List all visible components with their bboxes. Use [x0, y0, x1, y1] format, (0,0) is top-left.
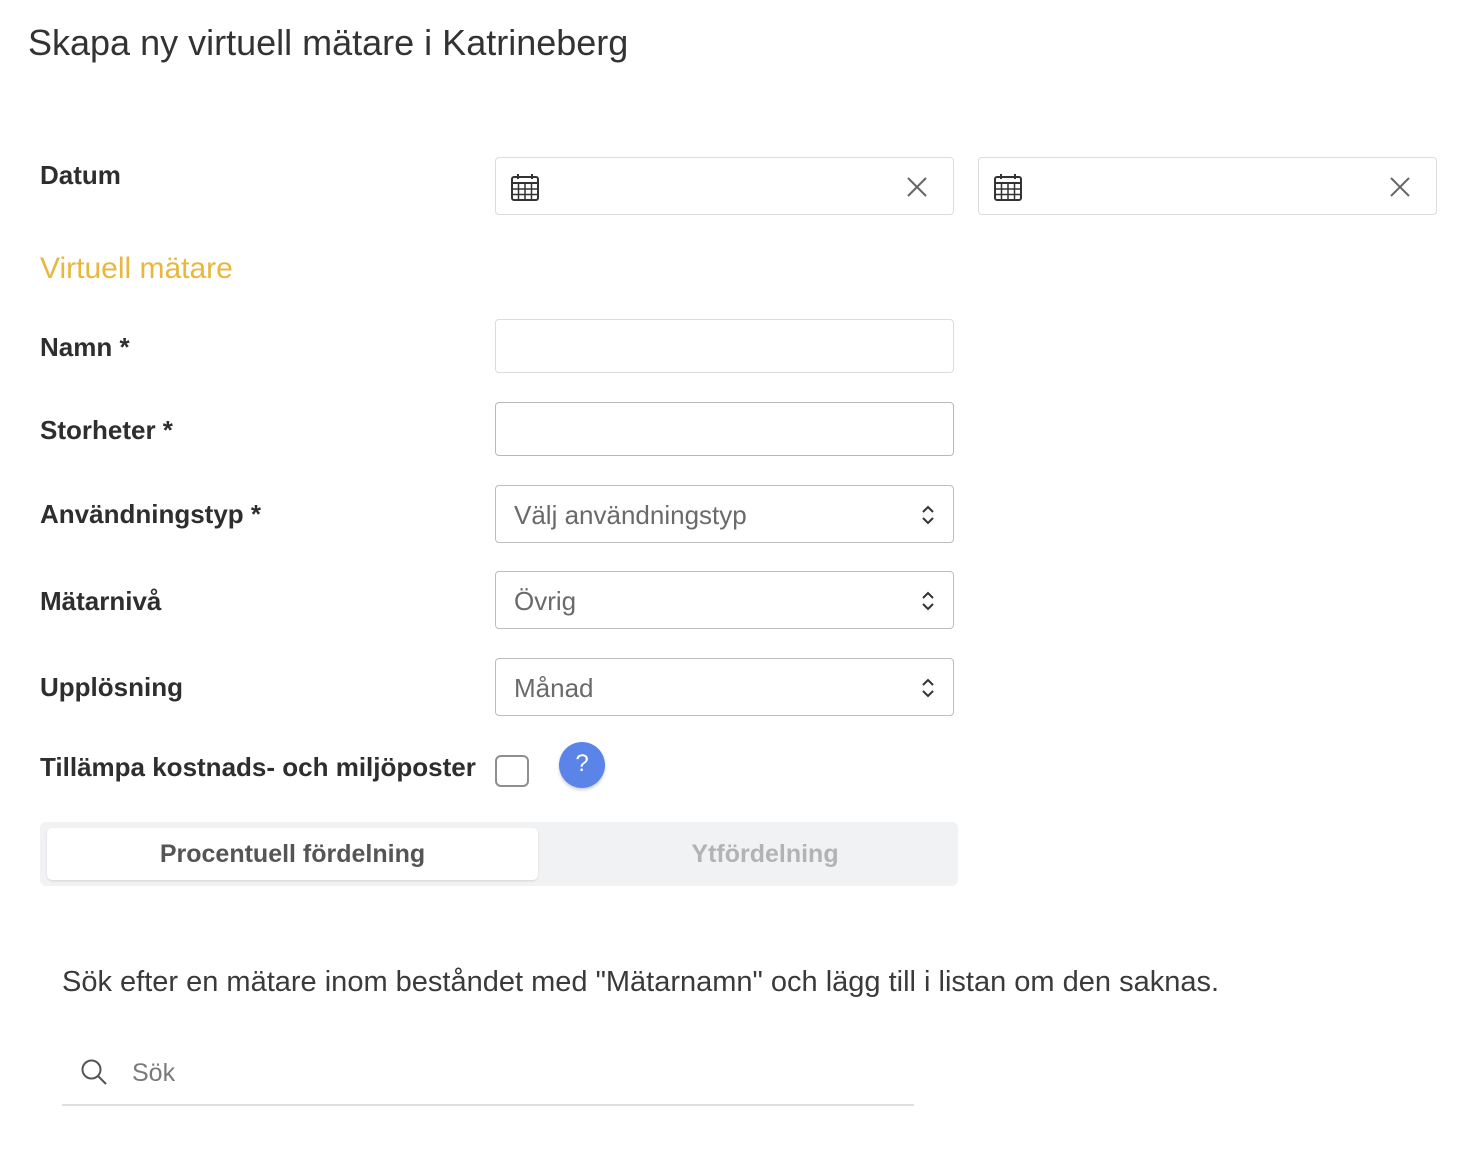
tillampa-checkbox[interactable] [495, 755, 529, 787]
storheter-input[interactable] [495, 402, 954, 456]
upplosning-label: Upplösning [40, 672, 183, 702]
close-icon[interactable] [905, 175, 929, 199]
date-from-field[interactable] [495, 157, 954, 215]
anvandningstyp-select[interactable]: Välj användningstyp [495, 485, 954, 543]
distribution-tabs: Procentuell fördelning Ytfördelning [40, 822, 958, 886]
search-input[interactable] [132, 1052, 892, 1094]
anvandningstyp-label: Användningstyp * [40, 499, 262, 529]
close-icon[interactable] [1388, 175, 1412, 199]
page-title: Skapa ny virtuell mätare i Katrineberg [28, 22, 629, 63]
calendar-icon [511, 174, 539, 201]
calendar-icon [994, 174, 1022, 201]
storheter-label: Storheter * [40, 415, 173, 445]
create-virtual-meter-page: Skapa ny virtuell mätare i Katrineberg D… [0, 0, 1474, 1156]
namn-label: Namn * [40, 332, 130, 362]
upplosning-select[interactable]: Månad [495, 658, 954, 716]
anvandningstyp-value: Välj användningstyp [514, 500, 747, 530]
chevron-up-down-icon [922, 591, 934, 611]
upplosning-value: Månad [514, 673, 594, 703]
section-title: Virtuell mätare [40, 252, 233, 285]
namn-input[interactable] [495, 319, 954, 373]
matarniva-select[interactable]: Övrig [495, 571, 954, 629]
matarniva-label: Mätarnivå [40, 586, 162, 616]
help-button[interactable]: ? [559, 742, 605, 788]
chevron-up-down-icon [922, 505, 934, 525]
search-icon [81, 1059, 107, 1085]
datum-label: Datum [40, 160, 121, 190]
meter-search [62, 1044, 914, 1106]
matarniva-value: Övrig [514, 586, 577, 616]
chevron-up-down-icon [922, 678, 934, 698]
date-to-field[interactable] [978, 157, 1437, 215]
search-instruction: Sök efter en mätare inom beståndet med "… [62, 966, 1220, 998]
tab-procentuell-fordelning[interactable]: Procentuell fördelning [47, 828, 538, 880]
tab-ytfordelning[interactable]: Ytfördelning [540, 828, 990, 880]
tillampa-label: Tillämpa kostnads- och miljöposter [40, 752, 476, 782]
